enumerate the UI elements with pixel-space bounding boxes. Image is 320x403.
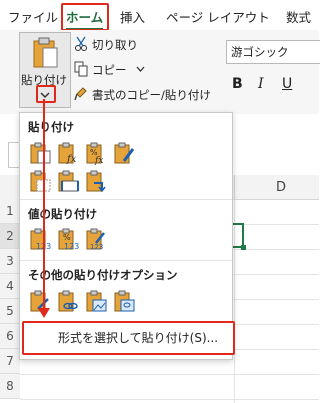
scissors-icon — [75, 36, 87, 51]
grid-line — [20, 374, 319, 375]
home-tab-highlight — [61, 3, 109, 31]
paste-picture-icon[interactable] — [84, 289, 108, 313]
cut-button[interactable]: 切り取り — [92, 37, 138, 53]
svg-text:fx: fx — [94, 156, 103, 165]
column-divider — [234, 175, 235, 199]
tab-insert[interactable]: 挿入 — [120, 7, 145, 26]
bold-button[interactable]: B — [232, 76, 243, 92]
paste-link-icon[interactable] — [56, 289, 80, 313]
row-header-8[interactable]: 8 — [0, 374, 20, 399]
font-name-value: 游ゴシック — [231, 45, 289, 59]
paste-values-icon[interactable]: 123 — [28, 227, 52, 251]
tab-page-layout[interactable]: ページ レイアウト — [166, 7, 270, 26]
section-other-header: その他の貼り付けオプション — [28, 268, 178, 282]
paste-formulas-number-format-icon[interactable]: %fx — [84, 141, 108, 165]
svg-text:%: % — [63, 233, 71, 242]
italic-button[interactable]: I — [258, 76, 264, 92]
row-header-3[interactable]: 3 — [0, 249, 20, 274]
ribbon-tab-bar: ファイル ホーム 挿入 ページ レイアウト 数式 — [0, 0, 319, 31]
grid-line — [20, 399, 319, 400]
row-header-1[interactable]: 1 — [0, 199, 20, 224]
menu-separator — [20, 260, 232, 261]
underline-button[interactable]: U — [282, 76, 292, 92]
format-painter-icon — [74, 87, 87, 101]
tab-formulas[interactable]: 数式 — [286, 7, 311, 26]
values-source-formatting-icon[interactable]: 123 — [84, 227, 108, 251]
font-name-box[interactable]: 游ゴシック — [226, 40, 320, 64]
section-values-header: 値の貼り付け — [28, 207, 97, 221]
svg-text:fx: fx — [66, 154, 77, 165]
row-header-7[interactable]: 7 — [0, 349, 20, 374]
transpose-icon[interactable] — [84, 169, 108, 193]
section-paste-header: 貼り付け — [28, 120, 74, 134]
paste-formulas-icon[interactable]: fx — [56, 141, 80, 165]
copy-button[interactable]: コピー — [92, 62, 127, 78]
values-number-format-icon[interactable]: %123 — [56, 227, 80, 251]
svg-text:123: 123 — [64, 242, 79, 251]
annotation-arrow-line — [43, 99, 45, 311]
row-header-4[interactable]: 4 — [0, 274, 20, 299]
clipboard-icon — [33, 37, 58, 68]
paste-dropdown-highlight — [36, 85, 56, 103]
row-header-5[interactable]: 5 — [0, 299, 20, 324]
keep-source-formatting-icon[interactable] — [112, 141, 136, 165]
paste-special-item[interactable]: 形式を選択して貼り付け(S)... — [22, 321, 235, 355]
row-header-2[interactable]: 2 — [0, 224, 20, 249]
annotation-arrow-head-icon — [38, 308, 50, 318]
menu-separator — [20, 199, 232, 200]
keep-column-widths-icon[interactable] — [56, 169, 80, 193]
copy-icon — [74, 61, 88, 77]
linked-picture-icon[interactable] — [112, 289, 136, 313]
fill-handle[interactable] — [241, 245, 246, 250]
format-painter-button[interactable]: 書式のコピー/貼り付け — [92, 87, 211, 103]
row-header-6[interactable]: 6 — [0, 324, 20, 349]
paste-icon[interactable] — [28, 141, 52, 165]
tab-file[interactable]: ファイル — [8, 7, 58, 26]
no-borders-icon[interactable] — [28, 169, 52, 193]
svg-text:123: 123 — [90, 243, 103, 251]
paste-special-label: 形式を選択して貼り付け(S)... — [58, 331, 219, 345]
column-header-d[interactable]: D — [276, 180, 286, 195]
copy-chevron-icon[interactable] — [136, 66, 145, 73]
